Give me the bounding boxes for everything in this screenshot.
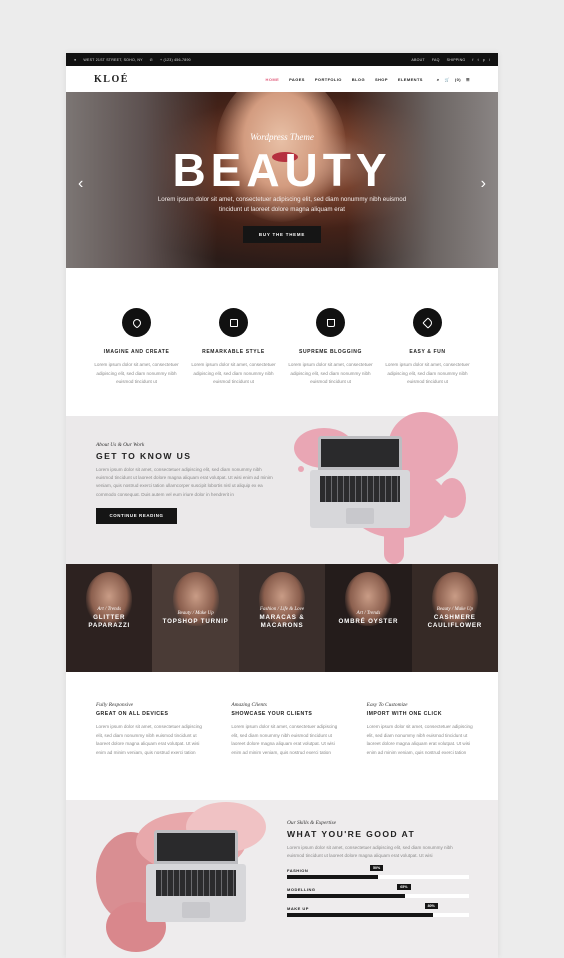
post-title[interactable]: MARACAS & MACARONS bbox=[239, 614, 325, 630]
twitter-icon[interactable]: t bbox=[478, 58, 479, 62]
advantage-kicker: Amazing Clients bbox=[231, 702, 267, 708]
about-section: About Us & Our Work GET TO KNOW US Lorem… bbox=[66, 412, 498, 564]
feature-item: SUPREME BLOGGING Lorem ipsum dolor sit a… bbox=[286, 308, 376, 416]
cart-count[interactable]: (0) bbox=[455, 77, 461, 82]
post-title[interactable]: GLITTER PAPARAZZI bbox=[66, 614, 152, 630]
nav-item-shop[interactable]: SHOP bbox=[375, 77, 388, 82]
post-tile[interactable]: Art / Trends GLITTER PAPARAZZI bbox=[66, 564, 153, 672]
bag-icon bbox=[316, 308, 345, 337]
gift-icon bbox=[219, 308, 248, 337]
nav-item-pages[interactable]: PAGES bbox=[289, 77, 305, 82]
advantage-text: Lorem ipsum dolor sit amet, consectetuer… bbox=[366, 724, 473, 755]
about-text: Lorem ipsum dolor sit amet, consectetuer… bbox=[96, 467, 273, 497]
post-tile[interactable]: Beauty / Make Up TOPSHOP TURNIP bbox=[152, 564, 239, 672]
feature-text: Lorem ipsum dolor sit amet, consectetuer… bbox=[191, 362, 276, 384]
skills-title: WHAT YOU'RE GOOD AT bbox=[287, 829, 416, 839]
feature-title: IMAGINE AND CREATE bbox=[103, 349, 170, 355]
advantage-item: Amazing Clients SHOWCASE YOUR CLIENTS Lo… bbox=[231, 702, 340, 800]
site-logo[interactable]: KLOÉ bbox=[94, 74, 129, 85]
advantages-section: Fully Responsive GREAT ON ALL DEVICES Lo… bbox=[66, 672, 498, 800]
location-icon: ● bbox=[74, 57, 77, 62]
topbar-link-about[interactable]: ABOUT bbox=[411, 58, 424, 62]
feature-text: Lorem ipsum dolor sit amet, consectetuer… bbox=[385, 362, 470, 384]
topbar-link-faq[interactable]: FAQ bbox=[432, 58, 440, 62]
advantage-item: Fully Responsive GREAT ON ALL DEVICES Lo… bbox=[96, 702, 205, 800]
about-kicker: About Us & Our Work bbox=[96, 442, 145, 448]
feature-item: EASY & FUN Lorem ipsum dolor sit amet, c… bbox=[383, 308, 473, 416]
nav-item-elements[interactable]: ELEMENTS bbox=[398, 77, 423, 82]
page-frame: ● WEST 21ST STREET, SOHO, NY ✆ + (123) 4… bbox=[66, 53, 498, 958]
post-title[interactable]: CASHMERE CAULIFLOWER bbox=[412, 614, 498, 630]
hero-description: Lorem ipsum dolor sit amet, consectetuer… bbox=[157, 196, 407, 213]
feature-title: EASY & FUN bbox=[409, 349, 446, 355]
hero-slider: ‹ › Wordpress Theme BEAUTY Lorem ipsum d… bbox=[66, 92, 498, 268]
feature-item: REMARKABLE STYLE Lorem ipsum dolor sit a… bbox=[189, 308, 279, 416]
features-section: IMAGINE AND CREATE Lorem ipsum dolor sit… bbox=[66, 268, 498, 416]
skills-text: Lorem ipsum dolor sit amet, consectetuer… bbox=[287, 845, 453, 859]
feature-title: SUPREME BLOGGING bbox=[299, 349, 362, 355]
post-category[interactable]: Art / Trends bbox=[357, 611, 381, 616]
nav-item-portfolio[interactable]: PORTFOLIO bbox=[315, 77, 342, 82]
cart-icon[interactable]: 🛒 bbox=[445, 77, 450, 82]
instagram-icon[interactable]: i bbox=[489, 58, 490, 62]
about-title: GET TO KNOW US bbox=[96, 451, 192, 461]
phone-text: + (123) 456-7890 bbox=[159, 57, 191, 62]
address-text: WEST 21ST STREET, SOHO, NY bbox=[83, 57, 143, 62]
featured-posts: Art / Trends GLITTER PAPARAZZI Beauty / … bbox=[66, 564, 498, 672]
post-tile[interactable]: Fashion / Life & Love MARACAS & MACARONS bbox=[238, 564, 326, 672]
advantage-title: SHOWCASE YOUR CLIENTS bbox=[231, 711, 313, 717]
skill-label: MAKE UP bbox=[287, 906, 309, 912]
nav-item-home[interactable]: HOME bbox=[266, 77, 280, 82]
advantage-title: IMPORT WITH ONE CLICK bbox=[366, 711, 442, 717]
skill-fill bbox=[287, 913, 433, 918]
pinterest-icon[interactable]: p bbox=[483, 58, 485, 62]
laptop-image bbox=[310, 436, 410, 528]
skills-kicker: Our Skills & Expertise bbox=[287, 820, 336, 826]
advantage-text: Lorem ipsum dolor sit amet, consectetuer… bbox=[231, 724, 338, 755]
post-tile[interactable]: Art / Trends OMBRÉ OYSTER bbox=[325, 564, 412, 672]
phone-icon: ✆ bbox=[149, 57, 153, 62]
hero-title: BEAUTY bbox=[172, 144, 392, 196]
facebook-icon[interactable]: f bbox=[472, 58, 473, 62]
post-category[interactable]: Beauty / Make Up bbox=[437, 607, 473, 612]
buy-theme-button[interactable]: BUY THE THEME bbox=[243, 226, 321, 243]
advantage-title: GREAT ON ALL DEVICES bbox=[96, 711, 169, 717]
skill-fill bbox=[287, 875, 378, 880]
skill-fill bbox=[287, 894, 406, 899]
feature-item: IMAGINE AND CREATE Lorem ipsum dolor sit… bbox=[92, 308, 182, 416]
topbar-link-shipping[interactable]: SHIPPING bbox=[447, 58, 466, 62]
tag-icon bbox=[413, 308, 442, 337]
post-title[interactable]: OMBRÉ OYSTER bbox=[331, 618, 407, 626]
heart-icon bbox=[122, 308, 151, 337]
search-icon[interactable]: ⌕ bbox=[437, 77, 440, 82]
skill-bar-modelling: MODELLING 65% bbox=[287, 884, 469, 899]
laptop-image bbox=[146, 830, 246, 922]
advantage-item: Easy To Customize IMPORT WITH ONE CLICK … bbox=[367, 702, 476, 800]
skill-percent: 65% bbox=[397, 884, 411, 891]
post-category[interactable]: Beauty / Make Up bbox=[177, 611, 213, 616]
nav-item-blog[interactable]: BLOG bbox=[352, 77, 365, 82]
post-category[interactable]: Art / Trends bbox=[97, 607, 121, 612]
advantage-kicker: Fully Responsive bbox=[96, 702, 133, 708]
skill-bar-makeup: MAKE UP 80% bbox=[287, 903, 469, 918]
top-bar: ● WEST 21ST STREET, SOHO, NY ✆ + (123) 4… bbox=[66, 53, 498, 66]
hero-subtitle: Wordpress Theme bbox=[250, 132, 314, 142]
advantage-kicker: Easy To Customize bbox=[366, 702, 408, 708]
feature-text: Lorem ipsum dolor sit amet, consectetuer… bbox=[288, 362, 373, 384]
skill-percent: 80% bbox=[424, 903, 438, 910]
post-category[interactable]: Fashion / Life & Love bbox=[260, 607, 304, 612]
advantage-text: Lorem ipsum dolor sit amet, consectetuer… bbox=[96, 724, 202, 755]
feature-title: REMARKABLE STYLE bbox=[202, 349, 265, 355]
post-title[interactable]: TOPSHOP TURNIP bbox=[155, 618, 237, 626]
main-nav: KLOÉ HOME PAGES PORTFOLIO BLOG SHOP ELEM… bbox=[66, 66, 498, 92]
feature-text: Lorem ipsum dolor sit amet, consectetuer… bbox=[94, 362, 179, 384]
menu-icon[interactable]: ☰ bbox=[466, 77, 470, 82]
skill-label: MODELLING bbox=[287, 887, 316, 893]
continue-reading-button[interactable]: CONTINUE READING bbox=[96, 507, 177, 524]
post-tile[interactable]: Beauty / Make Up CASHMERE CAULIFLOWER bbox=[411, 564, 498, 672]
skills-section: Our Skills & Expertise WHAT YOU'RE GOOD … bbox=[66, 800, 498, 958]
skill-percent: 50% bbox=[370, 865, 384, 872]
skill-bar-fashion: FASHION 50% bbox=[287, 865, 469, 880]
